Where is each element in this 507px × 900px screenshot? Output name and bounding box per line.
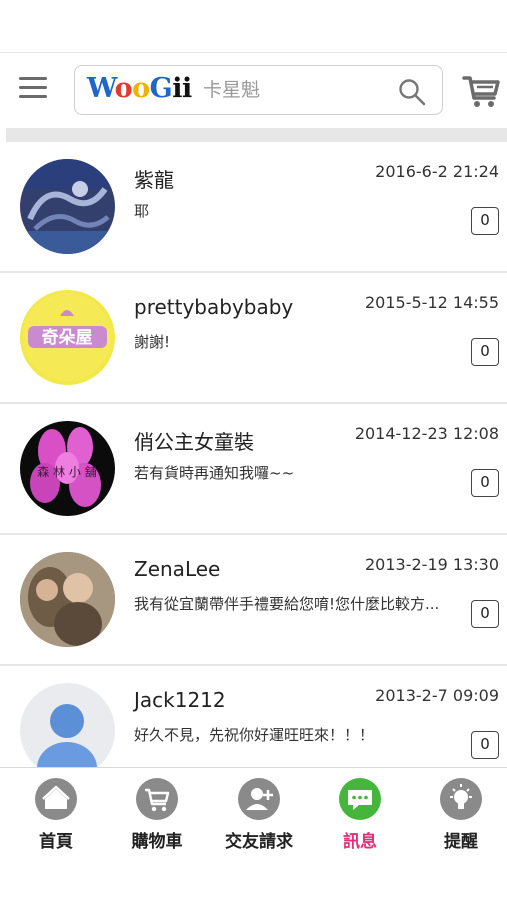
tab-cart[interactable]: 購物車	[107, 776, 207, 852]
avatar: 奇朵屋	[20, 290, 115, 385]
message-icon	[339, 778, 381, 820]
sender-name: prettybabybaby	[134, 295, 294, 319]
lightbulb-icon	[440, 778, 482, 820]
bottom-tab-bar: 首頁 購物車 交友請求 訊息 提醒	[0, 767, 507, 855]
message-preview: 謝謝!	[134, 333, 171, 351]
sender-name: Jack1212	[134, 688, 226, 712]
svg-text:森 林 小 舖: 森 林 小 舖	[37, 464, 96, 479]
tab-messages[interactable]: 訊息	[310, 776, 410, 852]
hamburger-menu-icon[interactable]	[19, 75, 49, 101]
message-preview: 好久不見，先祝你好運旺旺來！！！	[134, 726, 375, 744]
avatar: 森 林 小 舖	[20, 421, 115, 516]
tab-label: 購物車	[131, 832, 183, 852]
sender-name: 紫龍	[134, 168, 174, 192]
tab-label: 提醒	[444, 832, 478, 852]
top-header: WooGii	[0, 52, 507, 128]
message-row[interactable]: 森 林 小 舖 俏公主女童裝 2014-12-23 12:08 若有貨時再通知我…	[0, 404, 507, 535]
tab-friend-requests[interactable]: 交友請求	[209, 776, 309, 852]
message-preview: 若有貨時再通知我囉~~	[134, 464, 295, 482]
message-preview: 耶	[134, 202, 150, 220]
unread-count-badge: 0	[471, 469, 499, 497]
unread-count-badge: 0	[471, 600, 499, 628]
unread-count-badge: 0	[471, 731, 499, 759]
message-time: 2013-2-7 09:09	[375, 686, 499, 705]
header-divider	[6, 128, 507, 142]
cart-icon	[136, 778, 178, 820]
message-row[interactable]: 紫龍 2016-6-2 21:24 耶 0	[0, 142, 507, 273]
avatar	[20, 552, 115, 647]
message-row[interactable]: ZenaLee 2013-2-19 13:30 我有從宜蘭帶伴手禮要給您唷!您什…	[0, 535, 507, 666]
svg-text:奇朵屋: 奇朵屋	[42, 327, 93, 348]
avatar	[20, 683, 115, 767]
message-preview: 我有從宜蘭帶伴手禮要給您唷!您什麼比較方...	[134, 595, 440, 613]
message-time: 2015-5-12 14:55	[365, 293, 499, 312]
message-list[interactable]: 紫龍 2016-6-2 21:24 耶 0 奇朵屋 prettybabybaby…	[0, 142, 507, 767]
woogi-logo: WooGii	[87, 73, 192, 104]
avatar	[20, 159, 115, 254]
unread-count-badge: 0	[471, 338, 499, 366]
add-friend-icon	[238, 778, 280, 820]
unread-count-badge: 0	[471, 207, 499, 235]
home-icon	[35, 778, 77, 820]
tab-label: 首頁	[39, 832, 73, 852]
tab-label: 訊息	[343, 832, 377, 852]
message-row[interactable]: Jack1212 2013-2-7 09:09 好久不見，先祝你好運旺旺來！！！…	[0, 666, 507, 767]
sender-name: ZenaLee	[134, 557, 221, 581]
tab-home[interactable]: 首頁	[6, 776, 106, 852]
search-bar[interactable]: WooGii	[74, 65, 443, 115]
tab-reminders[interactable]: 提醒	[411, 776, 507, 852]
message-row[interactable]: 奇朵屋 prettybabybaby 2015-5-12 14:55 謝謝! 0	[0, 273, 507, 404]
message-time: 2013-2-19 13:30	[365, 555, 499, 574]
message-time: 2016-6-2 21:24	[375, 162, 499, 181]
message-time: 2014-12-23 12:08	[354, 424, 499, 443]
tab-label: 交友請求	[225, 832, 293, 852]
search-icon[interactable]	[398, 78, 426, 106]
shopping-cart-icon[interactable]	[460, 70, 502, 110]
sender-name: 俏公主女童裝	[134, 430, 254, 454]
search-input[interactable]	[203, 76, 383, 104]
